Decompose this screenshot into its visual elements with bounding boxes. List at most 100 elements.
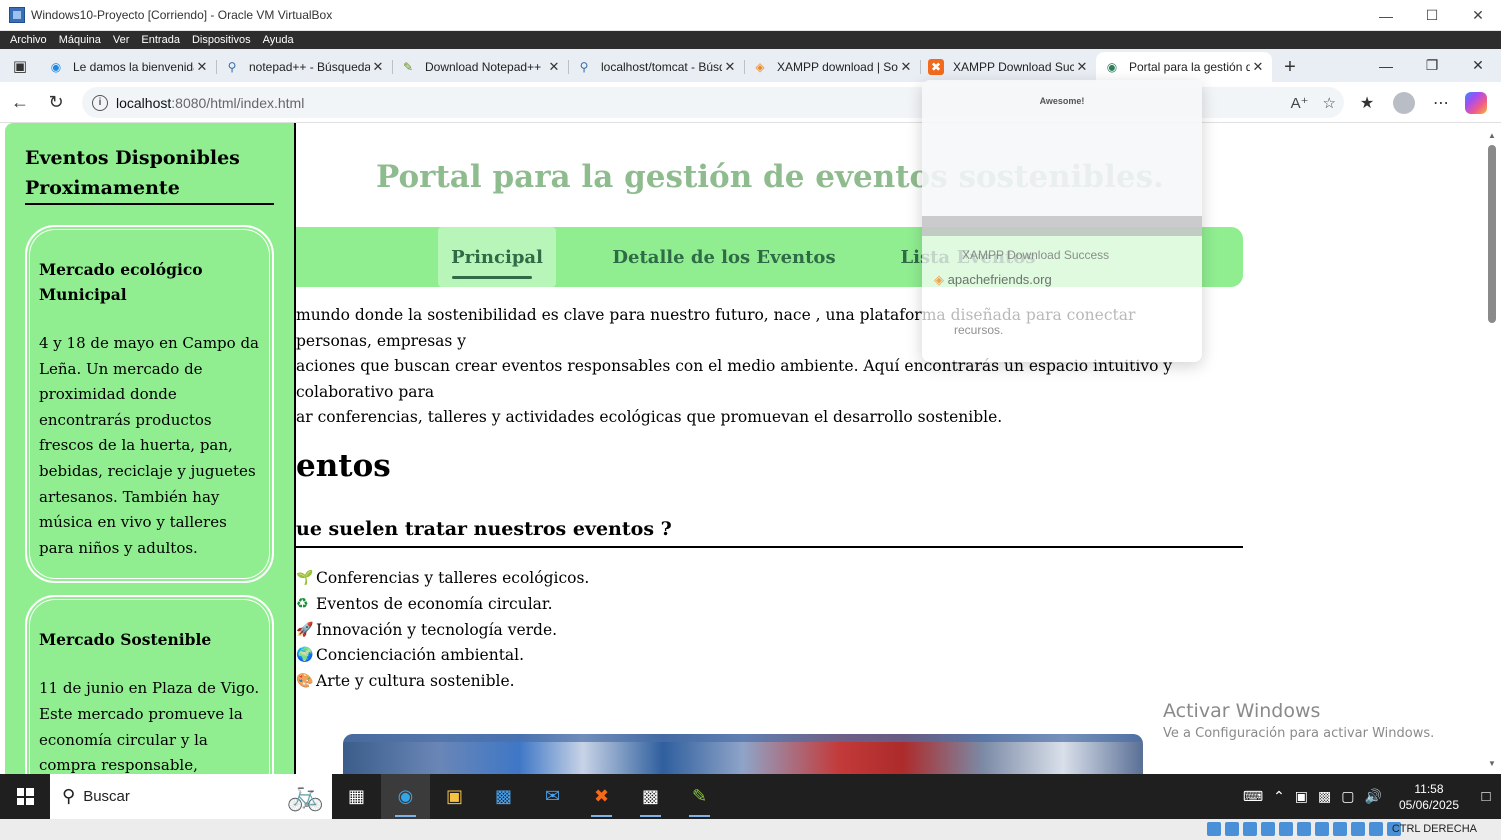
scrollbar-thumb[interactable] (1488, 145, 1496, 323)
preview-heading: Awesome! (1039, 96, 1085, 106)
download-item-sub: recursos. (954, 323, 1004, 337)
virtualbox-status-bar: CTRL DERECHA (0, 819, 1501, 840)
close-tab-icon[interactable]: ✕ (1074, 59, 1090, 75)
close-tab-icon[interactable]: ✕ (898, 59, 914, 75)
menu-entrada[interactable]: Entrada (135, 34, 186, 46)
usb-icon[interactable] (1279, 822, 1293, 836)
chevron-up-icon[interactable]: ⌃ (1268, 788, 1290, 805)
menu-ver[interactable]: Ver (107, 34, 136, 46)
watermark-subtitle: Ve a Configuración para activar Windows. (1163, 726, 1435, 741)
edge-icon: ◉ (50, 60, 62, 74)
taskbar-clock[interactable]: 11:58 05/06/2025 (1387, 781, 1471, 813)
rocket-icon: 🚀 (296, 621, 314, 638)
scroll-up-icon[interactable]: ▲ (1488, 131, 1496, 140)
tab-bienvenida[interactable]: ◉ Le damos la bienvenida ✕ (40, 52, 216, 82)
host-key-label: CTRL DERECHA (1391, 823, 1477, 835)
recording-icon[interactable] (1333, 822, 1347, 836)
close-tab-icon[interactable]: ✕ (546, 59, 562, 75)
virtualbox-logo-icon (9, 7, 25, 23)
download-preview-image: Awesome! (922, 80, 1202, 236)
notification-icon[interactable]: □ (1471, 788, 1501, 805)
hdd-icon[interactable] (1207, 822, 1221, 836)
nav-principal[interactable]: Principal (438, 227, 556, 287)
favorite-star-icon[interactable]: ☆ (1323, 94, 1336, 112)
keyboard-icon[interactable]: ⌨ (1238, 788, 1268, 805)
earth-icon: 🌍 (296, 647, 314, 664)
defender-icon[interactable]: ▩ (1313, 788, 1336, 805)
notepad-plus-plus-icon[interactable]: ✎ (675, 774, 724, 819)
tab-title: Download Notepad++ (425, 60, 542, 74)
tab-xampp-success[interactable]: ✖ XAMPP Download Success ✕ (920, 52, 1096, 82)
download-item-source[interactable]: ◈ apachefriends.org (934, 272, 1052, 288)
menu-ayuda[interactable]: Ayuda (257, 34, 300, 46)
taskbar-search[interactable]: ⚲ Buscar 🚲 (50, 774, 332, 819)
profile-avatar[interactable] (1393, 91, 1415, 114)
close-tab-icon[interactable]: ✕ (1250, 59, 1266, 75)
tab-xampp-sourceforge[interactable]: ◈ XAMPP download | SourceForge ✕ (744, 52, 920, 82)
tab-tomcat-search[interactable]: ⚲ localhost/tomcat - Búsqueda ✕ (568, 52, 744, 82)
menu-maquina[interactable]: Máquina (53, 34, 107, 46)
scroll-down-icon[interactable]: ▼ (1488, 759, 1496, 768)
intro-line: ar conferencias, talleres y actividades … (296, 408, 1003, 427)
tab-download-notepad[interactable]: ✎ Download Notepad++ ✕ (392, 52, 568, 82)
copilot-icon[interactable] (1465, 91, 1487, 114)
start-button[interactable] (0, 774, 50, 819)
mouse-integration-icon[interactable] (1369, 822, 1383, 836)
event-name: Mercado Sostenible (39, 630, 212, 650)
restore-button[interactable]: ❐ (1409, 49, 1455, 82)
topic-text: Arte y cultura sostenible. (316, 672, 515, 691)
store-icon[interactable]: ▩ (479, 774, 528, 819)
network-adapter-icon[interactable] (1261, 822, 1275, 836)
volume-icon[interactable]: 🔊 (1360, 788, 1387, 805)
favorites-icon[interactable]: ★ (1349, 82, 1385, 123)
meet-icon[interactable]: ▣ (1290, 788, 1313, 805)
nav-detalle-eventos[interactable]: Detalle de los Eventos (611, 227, 837, 287)
back-arrow-icon[interactable]: ← (2, 86, 38, 118)
vbox-maximize-button[interactable]: ☐ (1409, 0, 1455, 31)
mail-icon[interactable]: ✉ (528, 774, 577, 819)
virtualbox-window-title: Windows10-Proyecto [Corriendo] - Oracle … (31, 8, 333, 22)
edge-taskbar-icon[interactable]: ◉ (381, 774, 430, 819)
close-tab-icon[interactable]: ✕ (194, 59, 210, 75)
search-placeholder: Buscar (83, 788, 130, 805)
xampp-icon: ◈ (934, 272, 944, 287)
windows-taskbar: ⚲ Buscar 🚲 ▦ ◉ ▣ ▩ ✉ ✖ ▩ ✎ ⌨ ⌃ ▣ ▩ ▢ 🔊 1… (0, 774, 1501, 819)
task-view-icon[interactable]: ▦ (332, 774, 381, 819)
search-icon: ⚲ (62, 786, 76, 806)
tab-title: Le damos la bienvenida (73, 60, 194, 74)
network-icon[interactable]: ▢ (1336, 788, 1359, 805)
close-window-button[interactable]: ✕ (1455, 49, 1501, 82)
page-scrollbar[interactable]: ▲ ▼ (1484, 123, 1501, 774)
topics-list: 🌱 Conferencias y talleres ecológicos. ♻ Ev… (296, 566, 589, 695)
tab-actions-icon[interactable]: ▣ (0, 49, 40, 82)
shared-folder-icon[interactable] (1297, 822, 1311, 836)
cpu-icon[interactable] (1351, 822, 1365, 836)
file-explorer-icon[interactable]: ▣ (430, 774, 479, 819)
read-aloud-icon[interactable]: A⁺ (1291, 94, 1309, 112)
close-tab-icon[interactable]: ✕ (370, 59, 386, 75)
vbox-close-button[interactable]: ✕ (1455, 0, 1501, 31)
more-menu-icon[interactable]: ⋯ (1423, 82, 1459, 123)
new-tab-button[interactable]: + (1272, 52, 1308, 82)
events-sidebar: Eventos Disponibles Proximamente Mercado… (5, 123, 296, 774)
refresh-icon[interactable]: ↻ (38, 86, 74, 118)
site-info-icon[interactable]: i (92, 94, 108, 111)
tab-title: XAMPP Download Success (953, 60, 1074, 74)
terminal-icon[interactable]: ▩ (626, 774, 675, 819)
menu-archivo[interactable]: Archivo (4, 34, 53, 46)
minimize-button[interactable]: — (1363, 49, 1409, 82)
event-description: 4 y 18 de mayo en Campo da Leña. Un merc… (39, 334, 259, 557)
optical-drive-icon[interactable] (1225, 822, 1239, 836)
tab-portal-active[interactable]: ◉ Portal para la gestión de eventos ✕ (1096, 52, 1272, 82)
vbox-minimize-button[interactable]: — (1363, 0, 1409, 31)
xampp-taskbar-icon[interactable]: ✖ (577, 774, 626, 819)
tab-notepad-search[interactable]: ⚲ notepad++ - Búsqueda ✕ (216, 52, 392, 82)
virtualbox-menu-bar: Archivo Máquina Ver Entrada Dispositivos… (0, 31, 1501, 49)
clock-date: 05/06/2025 (1398, 797, 1459, 812)
topic-text: Conferencias y talleres ecológicos. (316, 569, 590, 587)
display-icon[interactable] (1315, 822, 1329, 836)
menu-dispositivos[interactable]: Dispositivos (186, 34, 257, 46)
audio-icon[interactable] (1243, 822, 1257, 836)
search-icon: ⚲ (227, 60, 237, 74)
close-tab-icon[interactable]: ✕ (722, 59, 738, 75)
